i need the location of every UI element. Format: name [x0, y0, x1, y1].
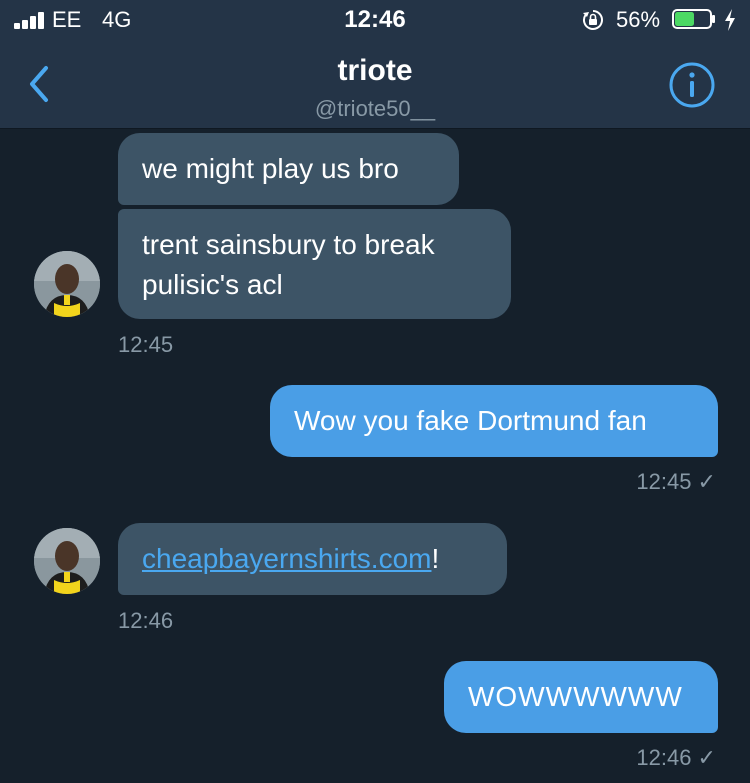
- avatar[interactable]: [34, 251, 100, 317]
- message-bubble-outgoing[interactable]: Wow you fake Dortmund fan: [270, 385, 718, 457]
- avatar[interactable]: [34, 528, 100, 594]
- message-bubble-incoming[interactable]: we might play us bro: [118, 133, 459, 205]
- message-bubble-incoming[interactable]: cheapbayernshirts.com!: [118, 523, 507, 595]
- avatar-image: [34, 528, 100, 594]
- message-timestamp: 12:46 ✓: [636, 745, 716, 770]
- conversation-header: triote @triote50__: [0, 40, 750, 129]
- conversation-handle: @triote50__: [314, 96, 436, 121]
- message-text: Wow you fake Dortmund fan: [294, 405, 647, 436]
- message-timestamp: 12:45 ✓: [636, 469, 716, 494]
- message-bubble-incoming[interactable]: trent sainsbury to break pulisic's acl: [118, 209, 511, 319]
- message-timestamp: 12:46: [118, 608, 174, 633]
- message-bubble-outgoing[interactable]: WOWWWWWW: [444, 661, 718, 733]
- status-bar: EE 4G 12:46 56%: [0, 0, 750, 40]
- message-text-line: trent sainsbury to break: [142, 229, 435, 260]
- message-timestamp: 12:45: [118, 332, 174, 357]
- message-text: !: [431, 543, 440, 574]
- orientation-lock-icon: [583, 10, 603, 30]
- message-text: WOWWWWWW: [468, 681, 683, 712]
- message-link[interactable]: cheapbayernshirts.com: [142, 543, 431, 574]
- info-icon[interactable]: [668, 61, 716, 109]
- battery-icon: [672, 9, 715, 29]
- message-text-line: pulisic's acl: [142, 269, 283, 300]
- avatar-image: [34, 251, 100, 317]
- lightning-bolt-icon: [725, 9, 735, 31]
- message-text: we might play us bro: [142, 153, 399, 184]
- battery-percent: 56%: [616, 7, 661, 32]
- conversation-title[interactable]: triote: [0, 54, 750, 88]
